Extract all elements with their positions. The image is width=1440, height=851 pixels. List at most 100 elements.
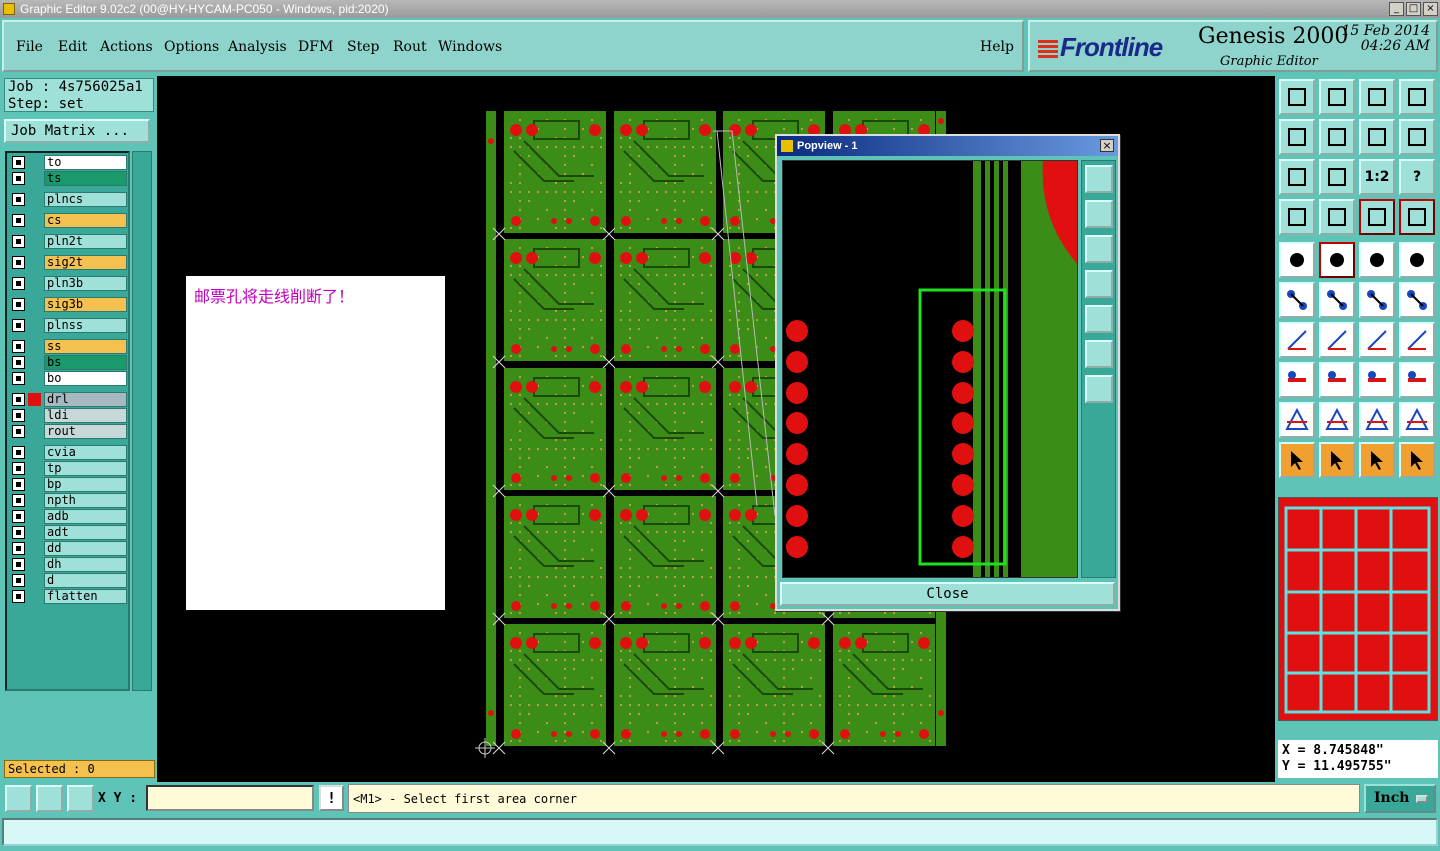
layer-checkbox[interactable] [12, 409, 25, 422]
layer-checkbox[interactable] [12, 574, 25, 587]
layer-checkbox[interactable] [12, 319, 25, 332]
layer-row-bo[interactable]: bo [10, 371, 127, 386]
popview-pan-down-icon[interactable] [1085, 235, 1113, 263]
popview-pan-up-icon[interactable] [1085, 200, 1113, 228]
layer-checkbox[interactable] [12, 425, 25, 438]
layer-row-ss[interactable]: ss [10, 339, 127, 354]
minimize-button[interactable]: _ [1389, 2, 1404, 16]
layer-name[interactable]: cvia [44, 445, 127, 460]
popview-close-button[interactable]: Close [780, 582, 1115, 606]
help-icon[interactable]: ? [1399, 159, 1435, 195]
fill-icon[interactable] [1359, 402, 1395, 438]
layer-row-sig2t[interactable]: sig2t [10, 255, 127, 270]
layer-checkbox[interactable] [12, 193, 25, 206]
layer-row-to[interactable]: to [10, 155, 127, 170]
layer-row-adb[interactable]: adb [10, 509, 127, 524]
popview-canvas[interactable] [782, 160, 1078, 578]
layer-checkbox[interactable] [12, 214, 25, 227]
pan-right-icon[interactable] [1319, 119, 1355, 155]
layer-row-ldi[interactable]: ldi [10, 408, 127, 423]
layer-name[interactable]: pln3b [44, 276, 127, 291]
menu-dfm[interactable]: DFM [298, 39, 333, 55]
shape-icon[interactable] [1399, 402, 1435, 438]
layer-checkbox[interactable] [12, 558, 25, 571]
layer-checkbox[interactable] [12, 446, 25, 459]
layer-checkbox[interactable] [12, 277, 25, 290]
popview-pan-left-icon[interactable] [1085, 270, 1113, 298]
layer-checkbox[interactable] [12, 235, 25, 248]
layer-checkbox[interactable] [12, 526, 25, 539]
layer-row-adt[interactable]: adt [10, 525, 127, 540]
popview-close-icon[interactable]: × [1100, 139, 1114, 152]
layer-name[interactable]: dh [44, 557, 127, 572]
close-window-button[interactable]: × [1423, 2, 1438, 16]
layer-row-bp[interactable]: bp [10, 477, 127, 492]
layer-name[interactable]: plncs [44, 192, 127, 207]
measure-mode-icon[interactable] [36, 785, 63, 812]
layer-name[interactable]: rout [44, 424, 127, 439]
layer-checkbox[interactable] [12, 510, 25, 523]
layer-name[interactable]: cs [44, 213, 127, 228]
menu-options[interactable]: Options [164, 39, 219, 55]
layer-row-plncs[interactable]: plncs [10, 192, 127, 207]
layer-row-drl[interactable]: drl [10, 392, 127, 407]
angle-icon[interactable] [1279, 322, 1315, 358]
slash-icon[interactable] [1319, 322, 1355, 358]
select-box-icon[interactable] [1359, 442, 1395, 478]
layer-checkbox[interactable] [12, 298, 25, 311]
select-icon[interactable] [1319, 442, 1355, 478]
split-view-icon[interactable] [1399, 79, 1435, 115]
layer-row-cs[interactable]: cs [10, 213, 127, 228]
flip-text-icon[interactable] [1399, 322, 1435, 358]
flip-icon[interactable] [1399, 119, 1435, 155]
net-icon[interactable] [1399, 442, 1435, 478]
home-up-icon[interactable] [1279, 79, 1315, 115]
layer-name[interactable]: tp [44, 461, 127, 476]
ratio-icon[interactable]: 1:2 [1359, 159, 1395, 195]
layer-checkbox[interactable] [12, 156, 25, 169]
layer-row-dh[interactable]: dh [10, 557, 127, 572]
layer-row-ts[interactable]: ts [10, 171, 127, 186]
layer-row-tp[interactable]: tp [10, 461, 127, 476]
minimap[interactable] [1278, 497, 1438, 721]
layer-row-bs[interactable]: bs [10, 355, 127, 370]
snap-left-icon[interactable] [1359, 199, 1395, 235]
snap-right-icon[interactable] [1399, 199, 1435, 235]
menu-windows[interactable]: Windows [438, 39, 502, 55]
layer-name[interactable]: adb [44, 509, 127, 524]
home-down-icon[interactable] [1319, 79, 1355, 115]
layer-row-plnss[interactable]: plnss [10, 318, 127, 333]
ruler-icon[interactable] [1359, 242, 1395, 278]
layer-name[interactable]: d [44, 573, 127, 588]
rotate-icon[interactable] [1359, 119, 1395, 155]
unit-selector[interactable]: Inch [1364, 784, 1436, 813]
job-matrix-button[interactable]: Job Matrix ... [4, 119, 150, 143]
layer-row-cvia[interactable]: cvia [10, 445, 127, 460]
zoom-fit-icon[interactable] [1279, 159, 1315, 195]
add-line-icon[interactable] [1399, 282, 1435, 318]
layer-checkbox[interactable] [12, 356, 25, 369]
menu-help[interactable]: Help [980, 39, 1014, 55]
layer-row-d[interactable]: d [10, 573, 127, 588]
move-icon[interactable] [1279, 242, 1315, 278]
trim-icon[interactable] [1319, 362, 1355, 398]
layer-row-npth[interactable]: npth [10, 493, 127, 508]
popview-zoom-in-icon[interactable] [1085, 340, 1113, 368]
layer-name[interactable]: ss [44, 339, 127, 354]
menu-rout[interactable]: Rout [393, 39, 427, 55]
layer-checkbox[interactable] [12, 393, 25, 406]
home-icon[interactable] [1359, 79, 1395, 115]
layer-name[interactable]: flatten [44, 589, 127, 604]
layer-checkbox[interactable] [12, 542, 25, 555]
popview-zoom-home-icon[interactable] [1085, 165, 1113, 193]
zoom-center-icon[interactable] [1319, 159, 1355, 195]
layer-name[interactable]: sig3b [44, 297, 127, 312]
layer-row-sig3b[interactable]: sig3b [10, 297, 127, 312]
layer-name[interactable]: bo [44, 371, 127, 386]
layer-checkbox[interactable] [12, 590, 25, 603]
layer-name[interactable]: to [44, 155, 127, 170]
layer-name[interactable]: sig2t [44, 255, 127, 270]
layer-name[interactable]: plnss [44, 318, 127, 333]
resize-icon[interactable] [1319, 242, 1355, 278]
warning-button[interactable]: ! [319, 785, 344, 811]
